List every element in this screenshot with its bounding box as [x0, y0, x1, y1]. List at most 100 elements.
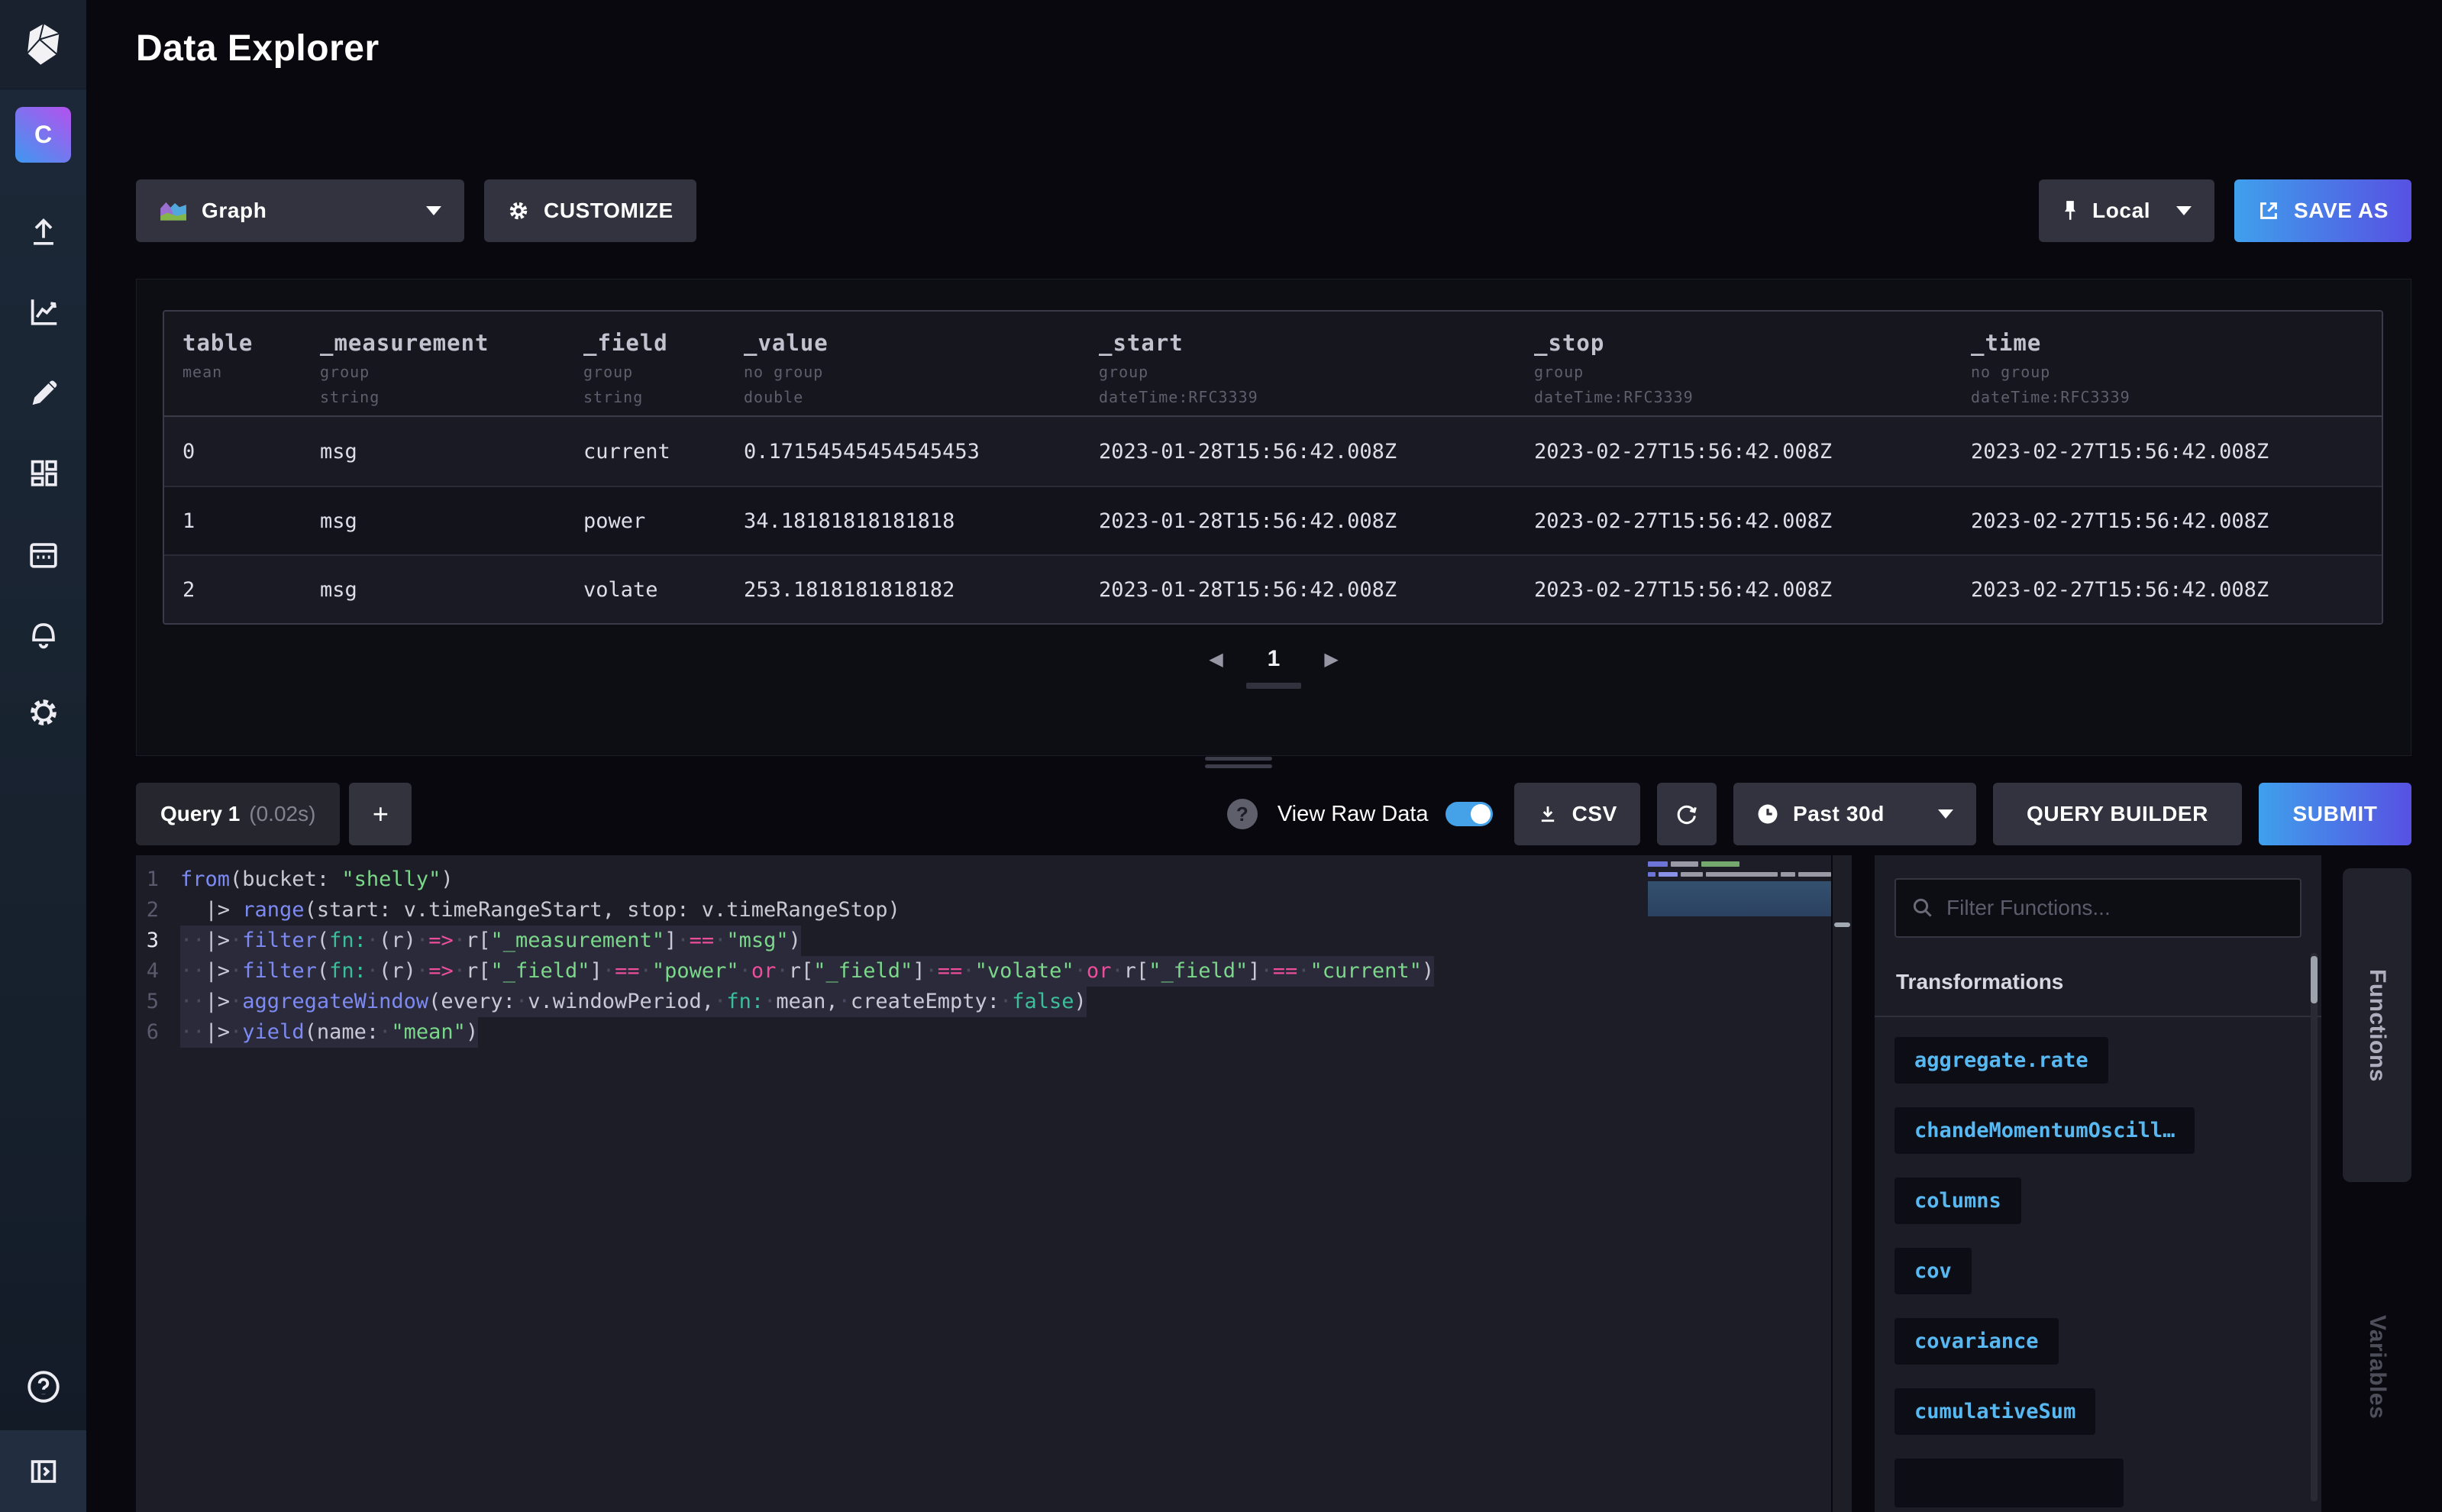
table-cell: msg [320, 509, 583, 533]
gear-icon [26, 695, 61, 730]
view-controls: Graph CUSTOMIZE [136, 179, 2411, 242]
sidebar-item-data-explorer[interactable] [0, 277, 86, 346]
functions-scrollbar-track[interactable] [2311, 953, 2318, 1501]
editor-line[interactable]: 4··|>·filter(fn:·(r)·=>·r["_field"]·==·"… [136, 956, 1831, 987]
column-header[interactable]: _stopgroupdateTime:RFC3339 [1534, 312, 1971, 415]
sidebar-item-upload[interactable] [0, 197, 86, 266]
sidebar-expand-button[interactable] [0, 1430, 86, 1512]
table-cell: 2023-02-27T15:56:42.008Z [1971, 578, 2382, 602]
editor-resize-divider[interactable] [1833, 855, 1852, 1512]
table-cell: 2023-02-27T15:56:42.008Z [1971, 440, 2382, 464]
avatar-letter: C [34, 121, 52, 149]
sidebar-item-settings[interactable] [0, 678, 86, 747]
editor-line[interactable]: 3··|>·filter(fn:·(r)·=>·r["_measurement"… [136, 926, 1831, 956]
table-cell: 1 [183, 509, 320, 533]
function-search-box[interactable] [1894, 878, 2301, 938]
line-number: 2 [136, 895, 180, 926]
customize-button[interactable]: CUSTOMIZE [484, 179, 696, 242]
pin-icon [2062, 199, 2079, 222]
table-cell: 2023-02-27T15:56:42.008Z [1534, 509, 1971, 533]
toggle-knob [1471, 804, 1491, 824]
query-builder-button[interactable]: QUERY BUILDER [1993, 783, 2242, 845]
prev-page-button[interactable]: ◀ [1209, 648, 1223, 670]
account-avatar[interactable]: C [15, 107, 71, 163]
chevron-down-icon [1938, 809, 1953, 819]
submit-button[interactable]: SUBMIT [2259, 783, 2411, 845]
function-chip[interactable]: cov [1894, 1248, 1972, 1294]
query-bar: Query 1 (0.02s) + ? View Raw Data CSV [136, 783, 2411, 845]
tab-functions[interactable]: Functions [2343, 868, 2411, 1182]
next-page-button[interactable]: ▶ [1324, 648, 1338, 670]
query-duration: (0.02s) [249, 802, 315, 826]
sidebar-item-dashboards[interactable] [0, 438, 86, 507]
column-header[interactable]: _fieldgroupstring [583, 312, 744, 415]
csv-label: CSV [1572, 802, 1617, 826]
refresh-button[interactable] [1657, 783, 1717, 845]
data-explorer-page: C [0, 0, 2442, 1512]
submit-label: SUBMIT [2293, 802, 2378, 826]
gear-icon [507, 199, 530, 222]
editor-line[interactable]: 5··|>·aggregateWindow(every:·v.windowPer… [136, 987, 1831, 1017]
table-cell: 2023-01-28T15:56:42.008Z [1099, 440, 1534, 464]
function-chip[interactable]: covariance [1894, 1318, 2059, 1365]
table-cell: 2023-02-27T15:56:42.008Z [1534, 578, 1971, 602]
sidebar-item-tasks[interactable] [0, 520, 86, 589]
csv-download-button[interactable]: CSV [1514, 783, 1640, 845]
table-cell: 34.18181818181818 [744, 509, 1099, 533]
view-type-dropdown[interactable]: Graph [136, 179, 464, 242]
sidebar-item-help[interactable] [0, 1352, 86, 1421]
functions-panel: Transformations aggregate.rate chandeMome… [1875, 855, 2321, 1512]
clock-icon [1756, 803, 1779, 825]
view-raw-data-toggle[interactable] [1445, 802, 1493, 826]
table-cell: 0.17154545454545453 [744, 440, 1099, 464]
search-icon [1911, 897, 1934, 919]
table-cell: current [583, 440, 744, 464]
bell-icon [26, 615, 61, 650]
sidebar-item-notebooks[interactable] [0, 359, 86, 428]
table-cell: 0 [183, 440, 320, 464]
raw-data-help-icon[interactable]: ? [1227, 799, 1258, 829]
editor-line[interactable]: 2 |> range(start: v.timeRangeStart, stop… [136, 895, 1831, 926]
panel-resize-handle[interactable] [1205, 757, 1272, 772]
functions-list: aggregate.rate chandeMomentumOscill… colum… [1894, 1017, 2303, 1512]
function-chip[interactable]: aggregate.rate [1894, 1037, 2108, 1084]
write-target-dropdown[interactable]: Local [2039, 179, 2214, 242]
time-range-dropdown[interactable]: Past 30d [1733, 783, 1976, 845]
customize-label: CUSTOMIZE [544, 199, 673, 223]
function-chip-partial[interactable] [1894, 1459, 2124, 1507]
influxdb-logo-icon [24, 23, 63, 66]
functions-section-title: Transformations [1896, 970, 2063, 994]
current-page: 1 [1268, 646, 1281, 672]
line-number: 4 [136, 956, 180, 987]
function-chip[interactable]: columns [1894, 1178, 2021, 1224]
column-header[interactable]: _startgroupdateTime:RFC3339 [1099, 312, 1534, 415]
editor-line[interactable]: 1from(bucket: "shelly") [136, 864, 1831, 895]
sidebar-item-alerts[interactable] [0, 598, 86, 667]
column-header[interactable]: _valueno groupdouble [744, 312, 1099, 415]
functions-scrollbar-thumb[interactable] [2311, 956, 2318, 1003]
tab-variables[interactable]: Variables [2343, 1291, 2411, 1443]
save-as-button[interactable]: SAVE AS [2234, 179, 2411, 242]
line-number: 1 [136, 864, 180, 895]
column-header[interactable]: tablemean [183, 312, 320, 415]
table-cell: 2023-02-27T15:56:42.008Z [1534, 440, 1971, 464]
tab-query-1[interactable]: Query 1 (0.02s) [136, 783, 340, 845]
function-chip[interactable]: cumulativeSum [1894, 1388, 2095, 1435]
column-header[interactable]: _measurementgroupstring [320, 312, 583, 415]
function-search-input[interactable] [1946, 896, 2285, 920]
function-chip[interactable]: chandeMomentumOscill… [1894, 1107, 2195, 1154]
table-body: 0 msg current0.171545454545454532023-01-28… [164, 417, 2382, 623]
editor-line[interactable]: 6··|>·yield(name:·"mean") [136, 1017, 1831, 1048]
export-icon [2257, 199, 2280, 222]
table-cell: 2023-02-27T15:56:42.008Z [1971, 509, 2382, 533]
time-range-label: Past 30d [1793, 802, 1885, 826]
divider-handle[interactable] [1834, 922, 1850, 927]
add-query-button[interactable]: + [349, 783, 412, 845]
pencil-icon [26, 376, 61, 411]
column-header[interactable]: _timeno groupdateTime:RFC3339 [1971, 312, 2382, 415]
editor-minimap[interactable] [1648, 861, 1831, 916]
sidebar-item-home[interactable] [0, 0, 86, 89]
code-editor[interactable]: 1from(bucket: "shelly")2 |> range(start:… [136, 855, 1831, 1512]
line-chart-icon [26, 294, 61, 329]
chevron-down-icon [426, 206, 441, 215]
